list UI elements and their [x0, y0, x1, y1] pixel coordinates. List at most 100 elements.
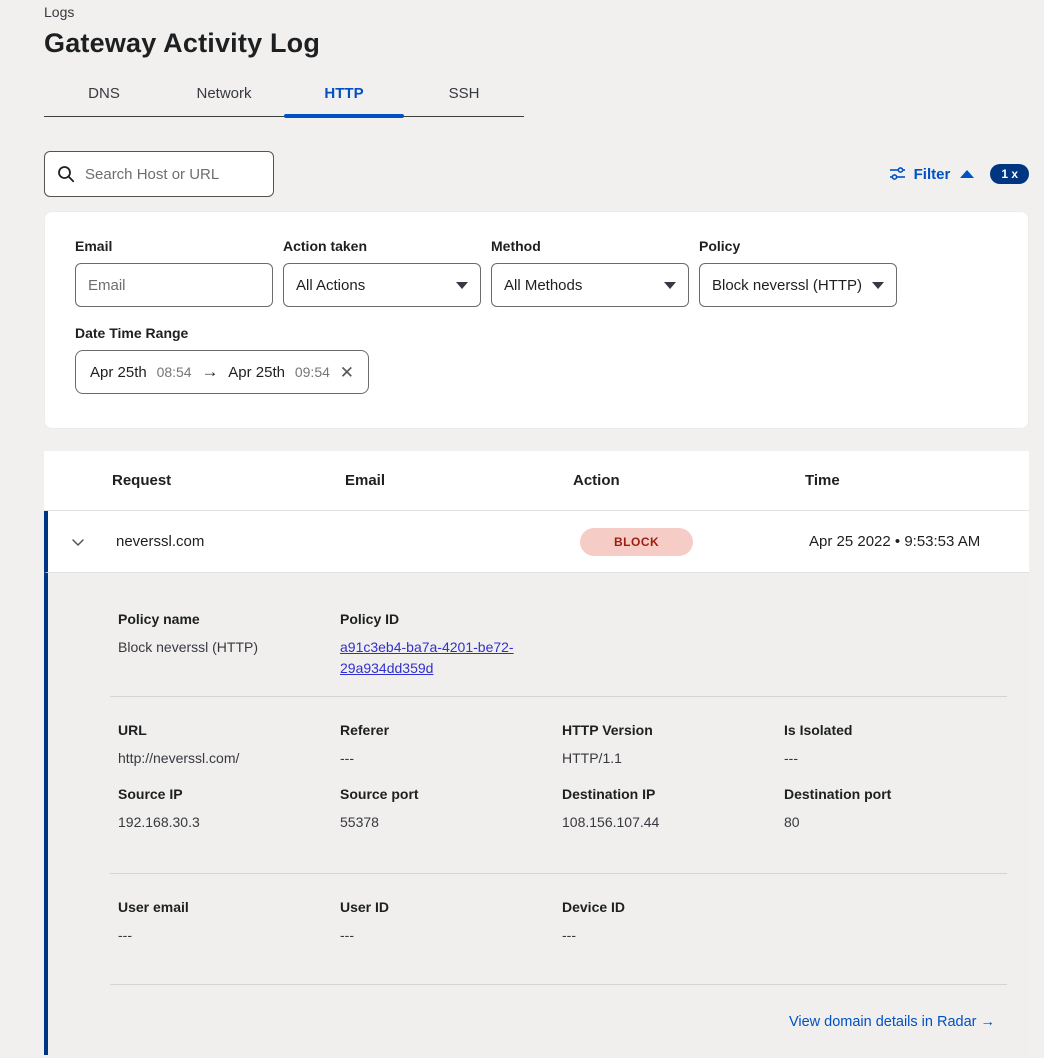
clear-date-range-icon[interactable]: ✕ [340, 364, 354, 381]
action-select-value: All Actions [296, 277, 365, 294]
detail-value: --- [562, 925, 766, 946]
detail-value: Block neverssl (HTTP) [118, 637, 322, 658]
toolbar: Filter 1 x [44, 151, 1029, 197]
detail-device-id: Device ID --- [562, 899, 784, 946]
detail-value: HTTP/1.1 [562, 748, 766, 769]
tab-network-label: Network [196, 85, 251, 102]
detail-label: Policy ID [340, 611, 544, 627]
filter-count-badge[interactable]: 1 x [990, 164, 1029, 184]
detail-user-email: User email --- [118, 899, 340, 946]
radar-link-row: View domain details in Radar → [48, 985, 1029, 1031]
block-badge: BLOCK [580, 528, 693, 556]
col-email: Email [345, 472, 573, 489]
detail-label: Destination IP [562, 786, 766, 802]
tab-dns-label: DNS [88, 85, 120, 102]
tab-ssh-label: SSH [449, 85, 480, 102]
filter-row-1: Email Action taken All Actions Method Al… [75, 238, 998, 307]
method-select-value: All Methods [504, 277, 582, 294]
tab-bar: DNS Network HTTP SSH [44, 77, 524, 117]
radar-link[interactable]: View domain details in Radar → [789, 1014, 995, 1030]
detail-url: URL http://neverssl.com/ [118, 722, 340, 769]
detail-value: --- [340, 748, 544, 769]
tab-ssh[interactable]: SSH [404, 77, 524, 116]
detail-label: Referer [340, 722, 544, 738]
row-details-panel: Policy name Block neverssl (HTTP) Policy… [44, 573, 1029, 1055]
detail-value: --- [118, 925, 322, 946]
detail-source-port: Source port 55378 [340, 786, 562, 833]
detail-label: User email [118, 899, 322, 915]
date-range-label: Date Time Range [75, 325, 998, 341]
search-icon [57, 165, 75, 183]
tab-http[interactable]: HTTP [284, 77, 404, 116]
method-select[interactable]: All Methods [491, 263, 689, 307]
tab-http-label: HTTP [324, 85, 363, 102]
detail-referer: Referer --- [340, 722, 562, 769]
email-input-wrap[interactable] [75, 263, 273, 307]
detail-label: URL [118, 722, 322, 738]
col-request: Request [112, 472, 345, 489]
action-filter: Action taken All Actions [283, 238, 481, 307]
end-time[interactable]: 09:54 [295, 364, 330, 380]
activity-table: Request Email Action Time neverssl.com B… [44, 451, 1029, 1055]
detail-user-id: User ID --- [340, 899, 562, 946]
method-filter: Method All Methods [491, 238, 689, 307]
detail-label: Device ID [562, 899, 766, 915]
col-action: Action [573, 472, 805, 489]
detail-label: Policy name [118, 611, 322, 627]
detail-label: Source port [340, 786, 544, 802]
detail-destination-ip: Destination IP 108.156.107.44 [562, 786, 784, 833]
search-input[interactable] [85, 166, 261, 183]
start-time[interactable]: 08:54 [157, 364, 192, 380]
policy-id-link[interactable]: a91c3eb4-ba7a-4201-be72-29a934dd359d [340, 639, 514, 676]
start-date[interactable]: Apr 25th [90, 364, 147, 381]
date-range-filter: Date Time Range Apr 25th 08:54 → Apr 25t… [75, 325, 998, 394]
policy-filter-label: Policy [699, 238, 897, 254]
action-select[interactable]: All Actions [283, 263, 481, 307]
table-row[interactable]: neverssl.com BLOCK Apr 25 2022 • 9:53:53… [44, 511, 1029, 573]
email-filter: Email [75, 238, 273, 307]
chevron-down-icon [70, 534, 86, 550]
http-section-row1: URL http://neverssl.com/ Referer --- HTT… [48, 697, 1029, 769]
policy-select-value: Block neverssl (HTTP) [712, 277, 862, 294]
email-field[interactable] [88, 277, 260, 294]
email-filter-label: Email [75, 238, 273, 254]
detail-label: User ID [340, 899, 544, 915]
detail-policy-id: Policy ID a91c3eb4-ba7a-4201-be72-29a934… [340, 611, 562, 679]
table-header: Request Email Action Time [44, 451, 1029, 511]
detail-value: 80 [784, 812, 988, 833]
row-expand-toggle[interactable] [70, 534, 116, 550]
end-date[interactable]: Apr 25th [228, 364, 285, 381]
search-box[interactable] [44, 151, 274, 197]
detail-label: Is Isolated [784, 722, 988, 738]
col-time: Time [805, 472, 1029, 489]
detail-source-ip: Source IP 192.168.30.3 [118, 786, 340, 833]
filter-controls: Filter 1 x [889, 164, 1029, 184]
row-action: BLOCK [577, 528, 809, 556]
policy-section: Policy name Block neverssl (HTTP) Policy… [48, 577, 1029, 696]
policy-select[interactable]: Block neverssl (HTTP) [699, 263, 897, 307]
detail-value: 108.156.107.44 [562, 812, 766, 833]
detail-label: Source IP [118, 786, 322, 802]
tab-dns[interactable]: DNS [44, 77, 164, 116]
detail-policy-name: Policy name Block neverssl (HTTP) [118, 611, 340, 679]
detail-value: http://neverssl.com/ [118, 748, 322, 769]
breadcrumb[interactable]: Logs [44, 4, 1044, 20]
empty-cell [562, 611, 784, 679]
user-section: User email --- User ID --- Device ID --- [48, 874, 1029, 984]
date-range-picker[interactable]: Apr 25th 08:54 → Apr 25th 09:54 ✕ [75, 350, 369, 394]
detail-value: 192.168.30.3 [118, 812, 322, 833]
filter-panel: Email Action taken All Actions Method Al… [44, 211, 1029, 429]
detail-is-isolated: Is Isolated --- [784, 722, 1006, 769]
arrow-right-icon: → [201, 362, 218, 382]
filter-toggle[interactable]: Filter [914, 166, 951, 183]
page-title: Gateway Activity Log [44, 28, 1044, 59]
policy-filter: Policy Block neverssl (HTTP) [699, 238, 897, 307]
detail-value: 55378 [340, 812, 544, 833]
chevron-up-icon[interactable] [960, 170, 974, 178]
method-filter-label: Method [491, 238, 689, 254]
tab-network[interactable]: Network [164, 77, 284, 116]
empty-cell [784, 899, 1006, 946]
chevron-down-icon [664, 282, 676, 289]
detail-label: HTTP Version [562, 722, 766, 738]
row-request: neverssl.com [116, 533, 349, 550]
